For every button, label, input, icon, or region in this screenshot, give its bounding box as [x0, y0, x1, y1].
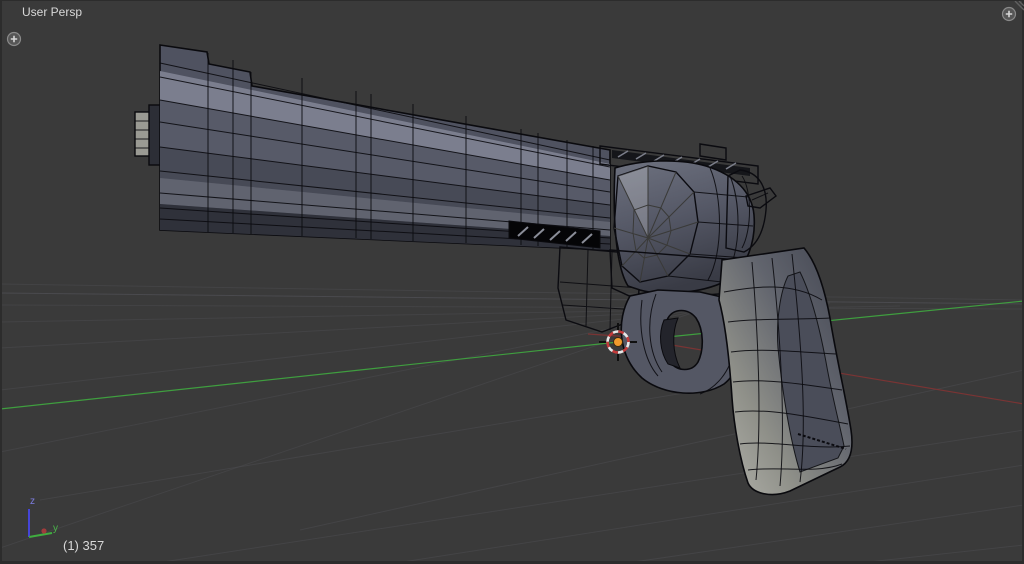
tool-shelf-expand-button[interactable]	[6, 31, 22, 47]
mini-axis-gizmo	[28, 509, 53, 538]
axis-lines	[0, 300, 1024, 410]
y-axis-line	[0, 300, 1024, 410]
gizmo-y-label: y	[53, 523, 58, 534]
resize-grip-icon	[1014, 0, 1024, 11]
gizmo-z-label: z	[30, 496, 35, 507]
viewport-scene	[0, 44, 1024, 564]
revolver-model[interactable]	[134, 44, 853, 496]
floor-grid	[0, 283, 1024, 564]
plus-icon	[6, 31, 22, 47]
viewport-border-top	[0, 0, 1024, 1]
object-info-label: (1) 357	[63, 538, 105, 553]
grip	[718, 247, 853, 496]
viewport-border-left	[0, 0, 2, 564]
gizmo-y-axis	[28, 532, 53, 538]
3d-viewport[interactable]: User Persp (1) 357 z y	[0, 0, 1024, 564]
muzzle-crown	[134, 104, 163, 166]
gizmo-x-axis	[41, 528, 47, 534]
view-name-label: User Persp	[22, 5, 83, 19]
barrel	[159, 44, 611, 251]
area-resize-handle[interactable]	[1012, 0, 1024, 12]
